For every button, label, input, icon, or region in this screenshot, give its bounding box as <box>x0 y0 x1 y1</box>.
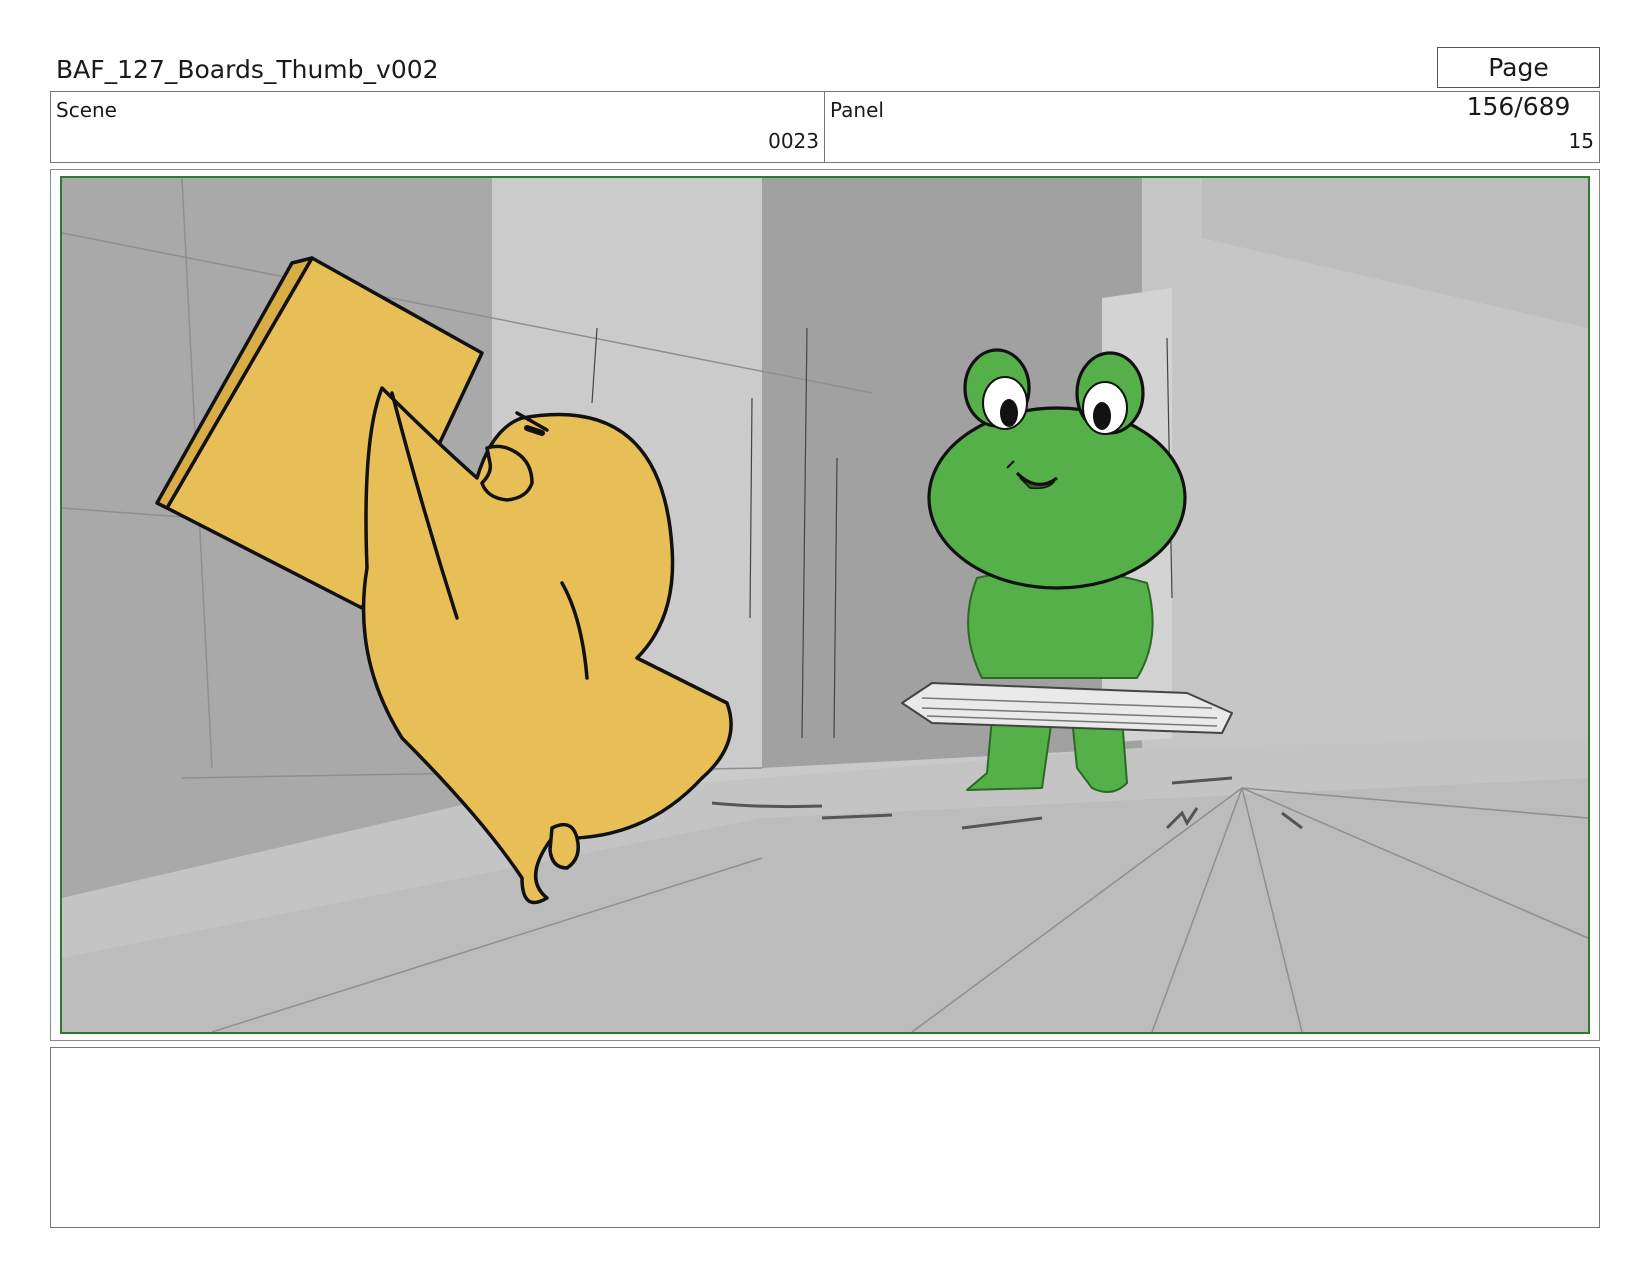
scene-panel-header: Scene 0023 Panel 15 <box>50 91 1600 163</box>
scene-value: 0023 <box>768 129 819 153</box>
panel-cell: Panel 15 <box>825 92 1599 162</box>
page-number-badge: Page 156/689 <box>1437 47 1600 121</box>
storyboard-frame <box>60 176 1590 1034</box>
document-title: BAF_127_Boards_Thumb_v002 <box>56 55 439 84</box>
panel-value: 15 <box>1568 129 1594 153</box>
scene-label: Scene <box>56 98 117 122</box>
storyboard-drawing <box>62 178 1588 1032</box>
scene-cell: Scene 0023 <box>51 92 825 162</box>
panel-label: Panel <box>830 98 884 122</box>
action-notes-box <box>50 1047 1600 1228</box>
